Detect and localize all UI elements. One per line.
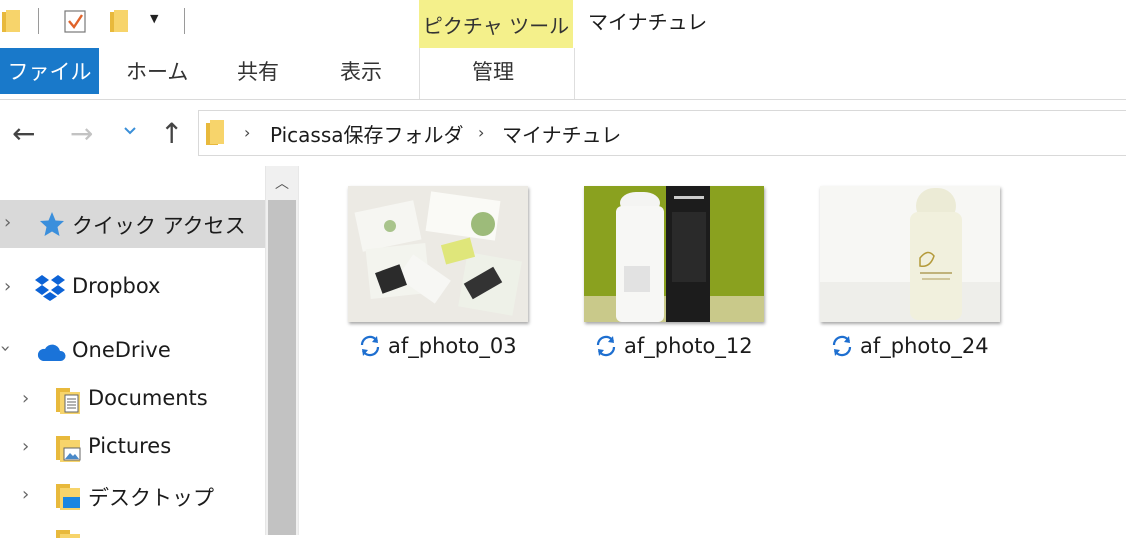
tab-manage[interactable]: 管理 bbox=[472, 48, 514, 94]
file-item[interactable]: af_photo_12 bbox=[594, 334, 753, 358]
sidebar-item-quick-access[interactable]: › クイック アクセス bbox=[0, 200, 265, 248]
breadcrumb-item[interactable]: マイナチュレ bbox=[502, 119, 621, 148]
scrollbar-thumb[interactable] bbox=[268, 200, 296, 535]
file-item[interactable]: af_photo_03 bbox=[358, 334, 517, 358]
chevron-right-icon[interactable]: › bbox=[22, 388, 29, 409]
customize-toolbar-dropdown-icon[interactable]: ▼ bbox=[150, 12, 158, 25]
scroll-up-arrow-icon[interactable]: ︿ bbox=[266, 166, 298, 200]
tab-view[interactable]: 表示 bbox=[340, 48, 382, 94]
chevron-right-icon[interactable]: › bbox=[4, 212, 11, 233]
sidebar-item-dropbox[interactable]: › Dropbox bbox=[0, 264, 265, 312]
folder-icon bbox=[206, 120, 224, 145]
file-thumbnail[interactable] bbox=[348, 186, 528, 322]
sidebar-item-onedrive[interactable]: › OneDrive bbox=[0, 328, 265, 376]
navigation-pane: › クイック アクセス › Dropbox › OneDrive › bbox=[0, 166, 298, 538]
sync-icon bbox=[596, 335, 616, 357]
sidebar-item-label: OneDrive bbox=[72, 338, 171, 362]
sidebar-item-label: デスクトップ bbox=[88, 486, 214, 510]
desktop-folder-icon bbox=[56, 484, 80, 510]
ribbon-divider bbox=[0, 99, 1126, 100]
window-title: マイナチュレ bbox=[588, 10, 708, 34]
file-thumbnail[interactable] bbox=[820, 186, 1000, 322]
chevron-down-icon[interactable]: › bbox=[0, 345, 16, 352]
back-arrow-icon[interactable]: ← bbox=[12, 114, 35, 154]
photo-image bbox=[820, 186, 1000, 322]
cloud-icon bbox=[37, 344, 66, 361]
chevron-right-icon[interactable]: › bbox=[22, 484, 29, 505]
sidebar-item-label: Dropbox bbox=[72, 274, 161, 298]
up-arrow-icon[interactable]: ↑ bbox=[160, 114, 183, 154]
file-item[interactable]: af_photo_24 bbox=[830, 334, 989, 358]
sidebar-item-label: Documents bbox=[88, 386, 208, 410]
file-name: af_photo_24 bbox=[860, 334, 989, 358]
toolbar-separator bbox=[38, 8, 39, 34]
dropbox-icon bbox=[35, 275, 65, 301]
breadcrumb-chevron-icon[interactable]: › bbox=[244, 123, 250, 142]
sidebar-item-label: クイック アクセス bbox=[72, 214, 246, 238]
toolbar-separator bbox=[184, 8, 185, 34]
tab-share[interactable]: 共有 bbox=[237, 48, 279, 94]
file-name: af_photo_12 bbox=[624, 334, 753, 358]
sync-icon bbox=[832, 335, 852, 357]
chevron-right-icon[interactable]: › bbox=[22, 436, 29, 457]
tab-home[interactable]: ホーム bbox=[126, 48, 188, 94]
forward-arrow-icon[interactable]: → bbox=[70, 114, 93, 154]
file-thumbnail[interactable] bbox=[584, 186, 764, 322]
photo-image bbox=[584, 186, 764, 322]
star-icon bbox=[40, 212, 64, 236]
tab-file[interactable]: ファイル bbox=[0, 48, 99, 94]
new-folder-icon[interactable] bbox=[110, 10, 128, 32]
folder-icon bbox=[56, 530, 80, 538]
properties-icon[interactable] bbox=[64, 9, 86, 33]
photo-image bbox=[348, 186, 528, 322]
sidebar-item-documents[interactable]: › Documents bbox=[0, 376, 265, 424]
file-name: af_photo_03 bbox=[388, 334, 517, 358]
picture-tools-context-tab: ピクチャ ツール bbox=[419, 0, 573, 48]
breadcrumb-chevron-icon[interactable]: › bbox=[478, 123, 484, 142]
recent-locations-chevron-icon[interactable] bbox=[122, 120, 138, 140]
sidebar-item-pictures[interactable]: › Pictures bbox=[0, 424, 265, 472]
sidebar-item-label: Pictures bbox=[88, 434, 172, 458]
pictures-folder-icon bbox=[56, 436, 81, 462]
documents-folder-icon bbox=[56, 388, 80, 414]
breadcrumb-item[interactable]: Picassa保存フォルダ bbox=[270, 119, 464, 148]
chevron-right-icon[interactable]: › bbox=[4, 276, 11, 297]
folder-icon[interactable] bbox=[2, 10, 20, 32]
sidebar-item-desktop[interactable]: › デスクトップ bbox=[0, 472, 265, 520]
sync-icon bbox=[360, 335, 380, 357]
pane-divider[interactable] bbox=[298, 166, 299, 535]
